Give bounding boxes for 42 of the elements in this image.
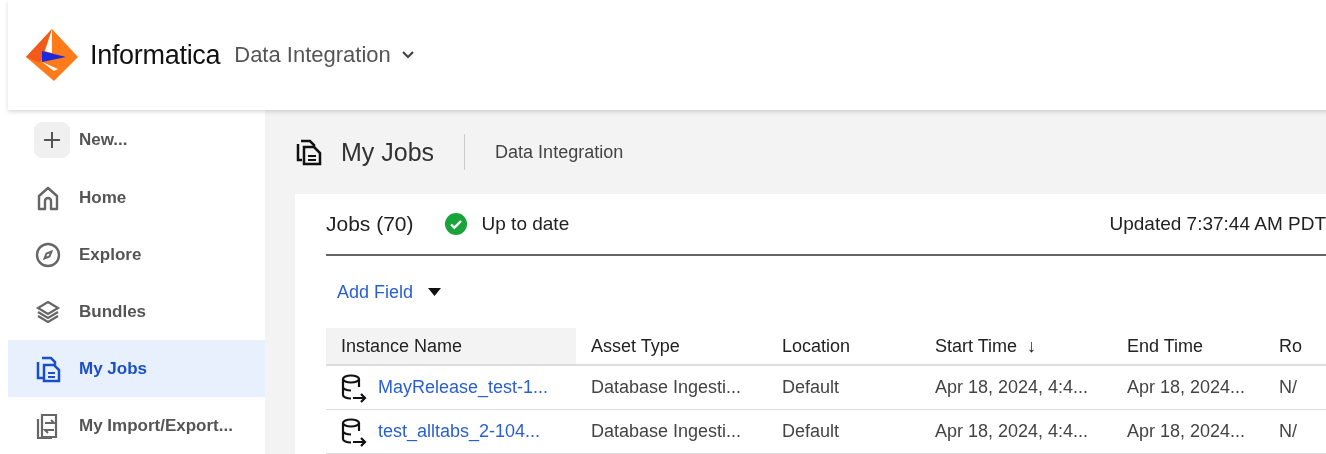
breadcrumb: Data Integration [495, 141, 624, 163]
table-cell: N/ [1264, 365, 1326, 410]
page-title: My Jobs [341, 137, 435, 167]
column-header[interactable]: Start Time ↓ [920, 328, 1112, 365]
column-header[interactable]: End Time [1112, 328, 1264, 365]
table-cell: Database Ingesti... [576, 365, 767, 410]
table-cell: Default [767, 409, 920, 454]
table-cell: Database Ingesti... [576, 409, 767, 454]
plus-icon [34, 121, 70, 158]
sidebar-item[interactable]: Explore [8, 226, 265, 283]
table-cell: Apr 18, 2024... [1112, 409, 1264, 454]
column-header[interactable]: Instance Name [326, 328, 576, 365]
sidebar-item[interactable]: Bundles [8, 283, 265, 340]
add-field-button[interactable]: Add Field [326, 281, 414, 303]
brand-name: Informatica [90, 39, 221, 71]
table-cell: N/ [1264, 409, 1326, 454]
sidebar-item[interactable]: Home [8, 169, 265, 226]
caret-down-icon[interactable] [428, 287, 442, 297]
job-name-link[interactable]: MayRelease_test-1... [378, 377, 549, 398]
compass-icon [34, 240, 62, 269]
jobs-count: Jobs (70) [326, 212, 414, 236]
sidebar-item[interactable]: My Import/Export... [8, 397, 265, 454]
table-cell: Apr 18, 2024, 4:4... [920, 409, 1112, 454]
table-cell: Default [767, 365, 920, 410]
database-icon [341, 372, 369, 403]
database-icon [341, 416, 369, 447]
updated-time: Updated 7:37:44 AM PDT [1109, 213, 1326, 235]
product-switcher[interactable]: Data Integration [234, 42, 391, 68]
job-name-link[interactable]: test_alltabs_2-104... [378, 421, 541, 442]
status-text: Up to date [481, 213, 570, 235]
column-header[interactable]: Ro [1264, 328, 1326, 365]
chevron-down-icon[interactable] [400, 50, 415, 60]
documents-icon [34, 354, 62, 383]
logo-icon [24, 27, 80, 83]
sort-arrow[interactable]: ↓ [1027, 335, 1037, 356]
new-button[interactable]: New... [8, 122, 265, 157]
table-cell: Apr 18, 2024... [1112, 365, 1264, 410]
sidebar-item[interactable]: My Jobs [8, 340, 265, 397]
check-circle-icon [443, 212, 468, 236]
table-cell: Apr 18, 2024, 4:4... [920, 365, 1112, 410]
column-header[interactable]: Asset Type [576, 328, 767, 365]
column-header[interactable]: Location [767, 328, 920, 365]
